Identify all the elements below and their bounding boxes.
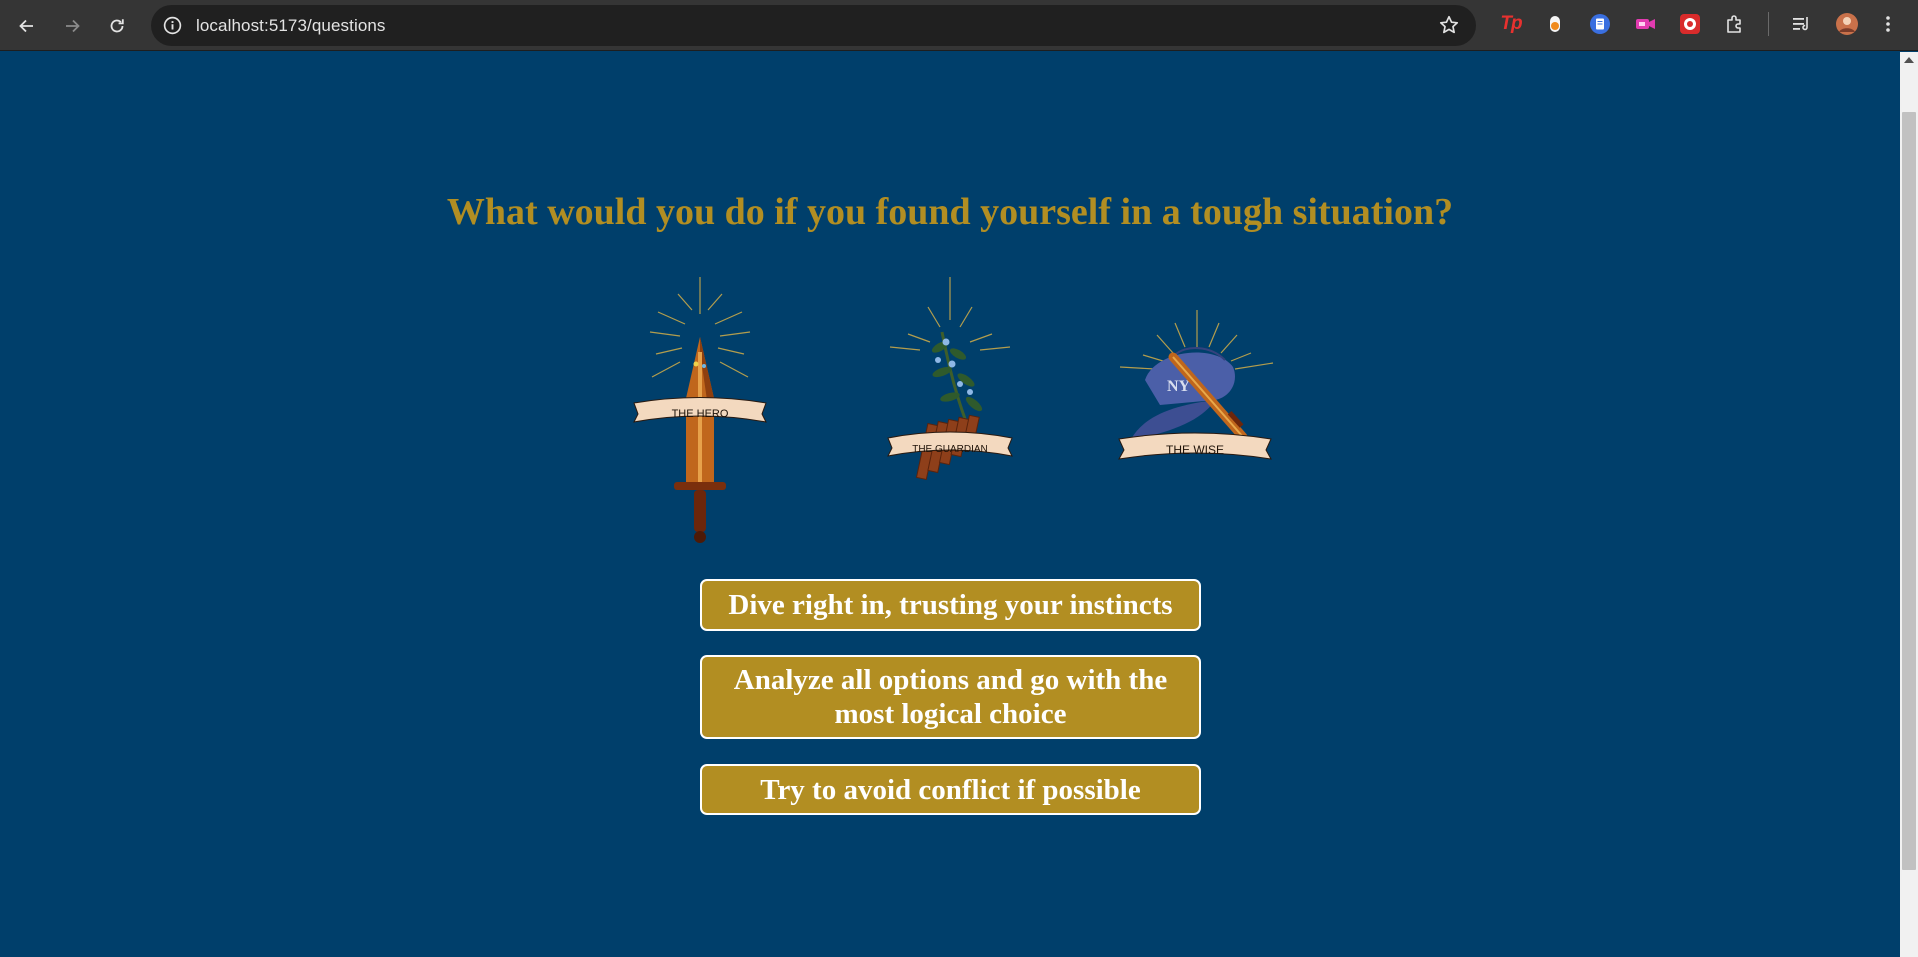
cap-emblem-label: THE WISE [1166,443,1224,457]
sword-emblem-label: THE HERO [672,408,729,420]
svg-text:NY: NY [1167,378,1191,395]
site-info-icon[interactable] [162,15,183,36]
profile-avatar[interactable] [1832,9,1862,39]
puzzle-extensions-icon[interactable] [1720,9,1750,39]
address-bar[interactable]: localhost:5173/questions [151,5,1476,46]
scroll-thumb[interactable] [1902,112,1916,870]
choice-dive-in-button[interactable]: Dive right in, trusting your instincts [700,579,1201,631]
tp-extension-label: Tp [1500,13,1522,34]
reading-list-icon[interactable] [1786,9,1816,39]
sword-emblem-icon: THE HERO [630,272,770,547]
flute-emblem-icon: THE GUARDIAN [880,272,1020,504]
arrow-left-icon [19,19,33,33]
menu-kebab-icon[interactable] [1878,9,1898,39]
toolbar-divider [1768,12,1769,36]
tp-extension-icon[interactable]: Tp [1496,9,1526,39]
choice-avoid-conflict-button[interactable]: Try to avoid conflict if possible [700,764,1201,815]
red-extension-icon[interactable] [1675,9,1705,39]
page-scrollbar[interactable] [1900,52,1918,957]
flute-emblem-label: THE GUARDIAN [912,444,988,455]
browser-toolbar: localhost:5173/questions Tp [0,0,1918,51]
fox-extension-icon[interactable] [1540,9,1570,39]
forward-button[interactable] [55,9,89,43]
choice-analyze-button[interactable]: Analyze all options and go with the most… [700,655,1201,739]
bookmark-star-icon[interactable] [1438,14,1460,36]
url-text[interactable]: localhost:5173/questions [196,16,386,36]
docs-extension-icon[interactable] [1585,9,1615,39]
cap-emblem-icon: NY THE WISE [1115,305,1275,465]
reload-button[interactable] [100,9,134,43]
reload-icon [110,19,124,33]
question-heading: What would you do if you found yourself … [446,191,1454,233]
back-button[interactable] [10,9,44,43]
scroll-up-arrow-icon[interactable] [1904,57,1914,63]
video-extension-icon[interactable] [1630,9,1660,39]
arrow-right-icon [66,19,80,33]
